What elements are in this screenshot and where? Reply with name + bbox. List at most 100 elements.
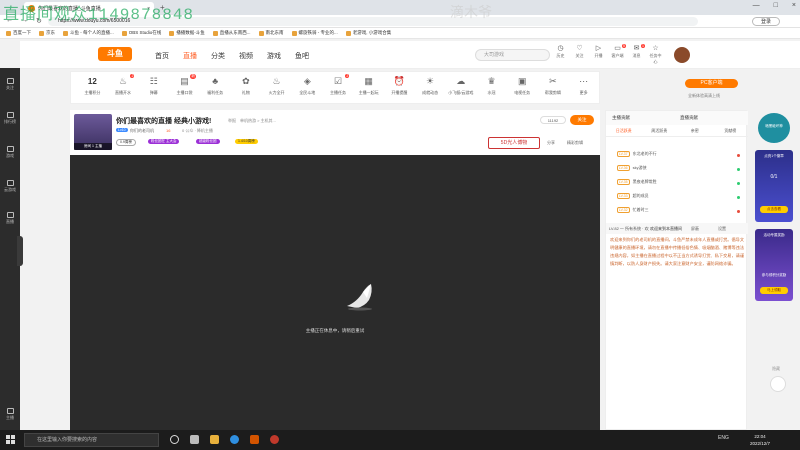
file-explorer-icon[interactable]	[210, 435, 219, 444]
toolbar-item[interactable]: ⏰ 开播提醒	[384, 72, 415, 103]
user-icon-历史[interactable]: ◷ 历史	[554, 45, 567, 65]
nav-item[interactable]: 直播	[183, 51, 197, 61]
sidebar-item[interactable]: 主播	[0, 408, 20, 421]
toolbar-item[interactable]: ♨ 直播开水 2	[108, 72, 139, 103]
douyu-logo[interactable]: 斗鱼	[98, 47, 132, 61]
search-input[interactable]: 大司游戏	[475, 49, 550, 61]
tag-super-fan[interactable]: 超级粉丝团	[196, 139, 220, 144]
windows-start-icon[interactable]	[6, 435, 15, 444]
rank-score[interactable]: 12 主播积分	[77, 72, 108, 103]
bookmark-item[interactable]: 螺旋铁骑 - 专业的...	[291, 30, 338, 36]
new-tab-button[interactable]: +	[160, 3, 165, 12]
task-view-icon[interactable]	[170, 435, 179, 444]
event-reward-button[interactable]: 马上领取	[760, 287, 788, 294]
back-icon[interactable]: ←	[6, 17, 13, 25]
input-language[interactable]: ENG	[718, 435, 729, 441]
rank-row[interactable]: LV.35 黑夜老牌常胜	[614, 179, 742, 189]
toolbar-item[interactable]: ✂ 帮我剪辑	[538, 72, 569, 103]
user-icon-开播[interactable]: ▷ 开播	[592, 45, 605, 65]
nav-item[interactable]: 分类	[211, 51, 225, 61]
settings-button[interactable]: 设置	[718, 226, 726, 232]
toolbar-item[interactable]: ♛ 水冠	[476, 72, 507, 103]
clip-button[interactable]: 精彩剪辑	[567, 140, 583, 146]
taskbar-clock[interactable]: 22:04 2022/12/7	[750, 433, 770, 447]
event-reward-card[interactable]: 活动专属奖励 参与领积分奖励 马上领取	[755, 229, 793, 301]
sidebar-item[interactable]: 直播	[0, 212, 20, 225]
bookmark-item[interactable]: 南北东南	[258, 30, 284, 36]
toolbar-item[interactable]: ⋯ 更多	[568, 72, 599, 103]
toolbar-item[interactable]: ◈ 全民斗地	[292, 72, 323, 103]
host-name[interactable]: 你们的老司机	[130, 128, 154, 134]
toolbar-item[interactable]: ♨ 火力全开	[261, 72, 292, 103]
badge-task-button[interactable]: 点击查看	[760, 206, 788, 213]
nav-item[interactable]: 鱼吧	[295, 51, 309, 61]
bookmark-item[interactable]: 斗鱼 - 每个人的直播...	[63, 30, 114, 36]
tag-fan-club[interactable]: 粉丝团在 主大会	[148, 139, 180, 144]
task-switch-icon[interactable]	[190, 435, 199, 444]
bookmark-item[interactable]: 百度一下	[6, 30, 31, 36]
avatar[interactable]	[674, 47, 690, 63]
host-contribution-tab[interactable]: 主播贡献	[612, 115, 630, 121]
badge-task-card[interactable]: 点亮1个徽章 0/1 点击查看	[755, 150, 793, 222]
tag-weekly[interactable]: 0.9周榜	[116, 139, 136, 146]
rank-row[interactable]: LV.36 sky游侠	[614, 165, 742, 175]
toolbar-item[interactable]: ☁ 小飞艇/云游戏	[445, 72, 476, 103]
bookmark-item[interactable]: 老游戏, 小游戏合集	[345, 30, 391, 36]
sidebar-item[interactable]: 游戏	[0, 146, 20, 159]
bookmark-item[interactable]: 播播数据-斗鱼	[169, 30, 205, 36]
maximize-button[interactable]: □	[774, 2, 778, 9]
nav-item[interactable]: 游戏	[267, 51, 281, 61]
toolbar-item[interactable]: ▤ 主播口袋新	[169, 72, 200, 103]
toolbar-item[interactable]: ✿ 礼物	[231, 72, 262, 103]
sidebar-item[interactable]: 排行榜	[0, 112, 20, 125]
rank-tab[interactable]: 周活跃贵	[642, 125, 678, 136]
pc-client-button[interactable]: PC客户端	[685, 79, 738, 88]
browser-tab[interactable]: 你们最喜欢的直播_斗鱼直播 ×	[24, 2, 154, 15]
nav-item[interactable]: 首页	[155, 51, 169, 61]
toolbar-item[interactable]: ♣ 福利任务	[200, 72, 231, 103]
hide-ads-link[interactable]: 隐藏	[772, 366, 780, 372]
share-button[interactable]: 分享	[547, 140, 555, 146]
bookmark-item[interactable]: 京东	[39, 30, 55, 36]
user-icon-关注[interactable]: ♡ 关注	[573, 45, 586, 65]
live-contribution-tab[interactable]: 直播贡献	[680, 115, 698, 121]
forward-icon[interactable]: →	[21, 17, 28, 25]
sidebar-item[interactable]: 关注	[0, 78, 20, 91]
user-icon-任务中心[interactable]: ☆ 任务中心	[649, 45, 662, 65]
toolbar-item[interactable]: ☑ 主播任务 2	[323, 72, 354, 103]
back-to-top-button[interactable]	[770, 376, 786, 392]
close-window-button[interactable]: ×	[792, 2, 796, 9]
user-icon-消息[interactable]: ✉ 消息 1	[630, 44, 645, 65]
rank-tab[interactable]: 日活跃贵	[606, 125, 642, 136]
video-player[interactable]	[70, 155, 600, 430]
toolbar-item[interactable]: ☀ 成就动态	[415, 72, 446, 103]
rank-tab[interactable]: 亲密	[677, 125, 713, 136]
user-icon-客户端[interactable]: ▭ 客户端 5	[611, 44, 626, 65]
obs-icon[interactable]	[270, 435, 279, 444]
category-breadcrumb[interactable]: 单机热游 > 主机其...	[240, 118, 276, 124]
game-promo-badge[interactable]: 暗黑破坏神	[758, 113, 790, 143]
nav-item[interactable]: 视频	[239, 51, 253, 61]
bookmark-item[interactable]: 直播从东南西...	[212, 30, 251, 36]
toolbar-item[interactable]: ▦ 主播一起玩	[353, 72, 384, 103]
app-icon[interactable]	[250, 435, 259, 444]
bookmark-item[interactable]: OBS Studio在线	[121, 30, 161, 36]
report-link[interactable]: 举报	[228, 118, 236, 124]
tag-weekly-rank[interactable]: 1.4/10周榜	[235, 139, 258, 144]
rank-tab[interactable]: 贡献榜	[713, 125, 749, 136]
block-button[interactable]: 屏蔽	[691, 226, 699, 232]
toolbar-item[interactable]: ☷ 弹幕	[138, 72, 169, 103]
sidebar-item[interactable]: 云游戏	[0, 180, 20, 193]
refresh-icon[interactable]: ↻	[36, 17, 42, 25]
rank-row[interactable]: LV.32 忙着时三	[614, 207, 742, 217]
url-input[interactable]: https://www.douyu.com/6500016	[48, 17, 698, 26]
browser-login-button[interactable]: 登录	[752, 17, 780, 26]
rank-row[interactable]: LV.37 东北老的不行	[614, 151, 742, 161]
taskbar-search-input[interactable]: 在这里输入你要搜索的内容	[24, 433, 159, 447]
toolbar-item[interactable]: ▣ 电视任务	[507, 72, 538, 103]
rank-row[interactable]: LV.33 超的成员	[614, 193, 742, 203]
sponsor-logo[interactable]: 5D光人博物	[488, 137, 540, 149]
sidebar-collapse-handle[interactable]	[17, 236, 23, 266]
follow-button[interactable]: 关注	[570, 115, 594, 125]
edge-browser-icon[interactable]	[230, 435, 239, 444]
